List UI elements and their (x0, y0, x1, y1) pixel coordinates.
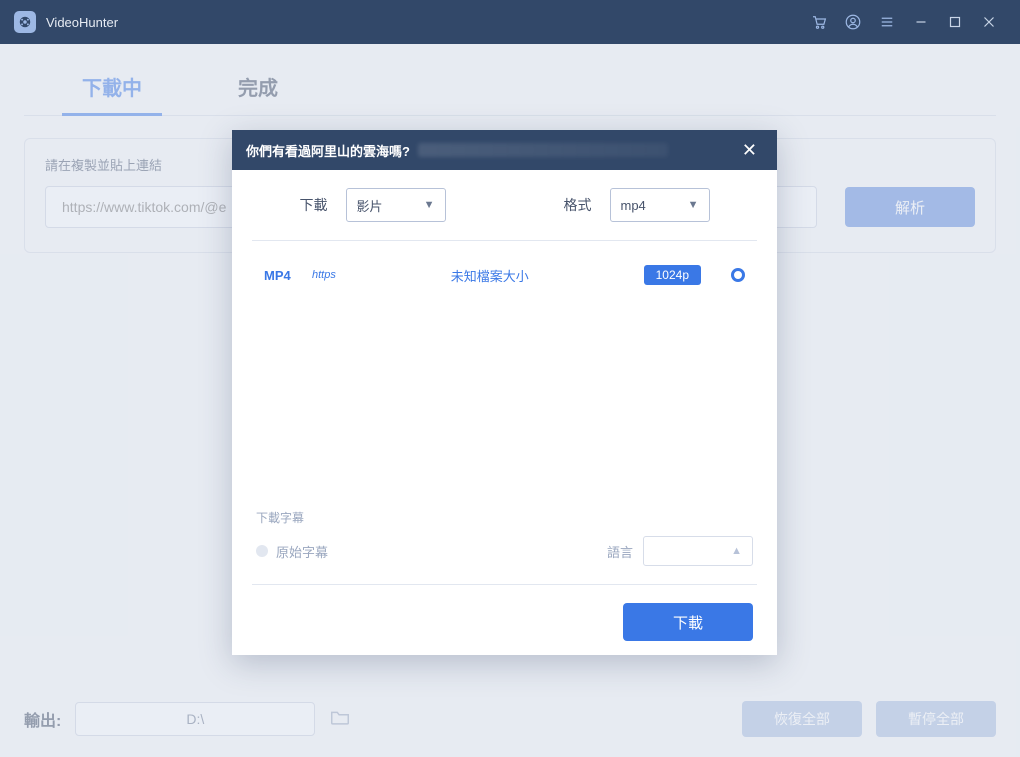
window-close-button[interactable] (972, 0, 1006, 44)
dialog-title-extra (418, 143, 668, 157)
app-name: VideoHunter (46, 15, 118, 30)
download-options-dialog: 你們有看過阿里山的雲海嗎? ✕ 下載 影片 ▼ 格式 mp4 ▼ MP4 htt… (232, 130, 777, 655)
dialog-header: 你們有看過阿里山的雲海嗎? ✕ (232, 130, 777, 170)
result-size: 未知檔案大小 (336, 266, 644, 285)
chevron-down-icon: ▼ (424, 199, 435, 211)
selector-row: 下載 影片 ▼ 格式 mp4 ▼ (256, 188, 753, 240)
quality-badge: 1024p (644, 265, 701, 285)
original-subtitle-radio[interactable] (256, 545, 268, 557)
cart-icon[interactable] (802, 0, 836, 44)
dialog-title: 你們有看過阿里山的雲海嗎? (246, 141, 410, 160)
language-dropdown[interactable]: ▲ (643, 536, 753, 566)
download-type-value: 影片 (357, 196, 383, 215)
result-select-radio[interactable] (731, 268, 745, 282)
divider (252, 240, 757, 241)
app-logo (14, 11, 36, 33)
result-protocol: https (312, 269, 336, 281)
result-format: MP4 (264, 268, 312, 283)
language-label: 語言 (607, 542, 633, 561)
window-maximize-button[interactable] (938, 0, 972, 44)
chevron-down-icon: ▼ (688, 199, 699, 211)
chevron-up-icon: ▲ (731, 545, 742, 557)
download-type-dropdown[interactable]: 影片 ▼ (346, 188, 446, 222)
format-dropdown[interactable]: mp4 ▼ (610, 188, 710, 222)
titlebar: VideoHunter (0, 0, 1020, 44)
result-list: MP4 https 未知檔案大小 1024p (256, 265, 753, 285)
format-label: 格式 (564, 195, 592, 215)
close-icon[interactable]: ✕ (736, 136, 763, 165)
result-row[interactable]: MP4 https 未知檔案大小 1024p (264, 265, 745, 285)
subtitle-section-label: 下載字幕 (256, 509, 753, 526)
format-value: mp4 (621, 198, 646, 213)
account-icon[interactable] (836, 0, 870, 44)
download-button[interactable]: 下載 (623, 603, 753, 641)
menu-icon[interactable] (870, 0, 904, 44)
subtitle-row: 原始字幕 語言 ▲ (256, 536, 753, 570)
original-subtitle-label: 原始字幕 (276, 542, 328, 561)
window-minimize-button[interactable] (904, 0, 938, 44)
download-type-label: 下載 (300, 195, 328, 215)
divider (252, 584, 757, 585)
